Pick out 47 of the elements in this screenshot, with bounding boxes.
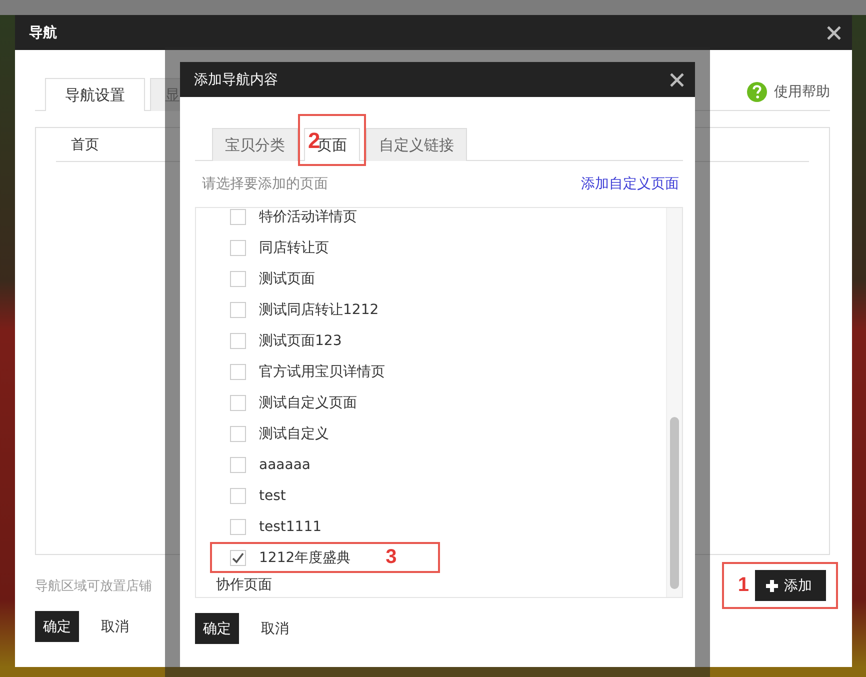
checkbox[interactable] — [230, 332, 246, 348]
page-label: 特价活动详情页 — [259, 208, 357, 226]
page-label: 测试同店转让1212 — [259, 300, 379, 318]
hint-text: 导航区域可放置店铺 — [35, 578, 152, 594]
confirm-button[interactable]: 确定 — [195, 613, 239, 644]
checkbox[interactable] — [230, 518, 246, 534]
confirm-button[interactable]: 确定 — [35, 611, 79, 642]
plus-icon — [765, 578, 779, 592]
checkbox[interactable] — [230, 364, 246, 380]
add-button[interactable]: 添加 — [755, 570, 826, 601]
cancel-button[interactable]: 取消 — [253, 613, 297, 644]
page-label: test1111 — [259, 518, 322, 534]
page-label: 1212年度盛典 — [259, 548, 351, 566]
annotation-number: 1 — [738, 574, 749, 597]
checkbox[interactable] — [230, 240, 246, 256]
tab[interactable]: 宝贝分类 — [212, 128, 298, 161]
page-label: test — [259, 488, 286, 504]
checkbox[interactable] — [230, 550, 246, 566]
checkbox[interactable] — [230, 394, 246, 410]
cancel-button[interactable]: 取消 — [93, 611, 137, 642]
close-icon[interactable] — [826, 24, 842, 40]
page-label: aaaaaa — [259, 456, 310, 472]
page-label: 官方试用宝贝详情页 — [259, 362, 385, 380]
checkbox[interactable] — [230, 302, 246, 318]
checkbox[interactable] — [230, 488, 246, 504]
group-heading: 协作页面 — [215, 576, 273, 595]
checkbox[interactable] — [230, 270, 246, 286]
window-title: 导航 — [29, 24, 57, 42]
page-label: 同店转让页 — [259, 238, 329, 256]
nav-item[interactable]: 首页 — [71, 136, 99, 154]
help-link[interactable]: 使用帮助 — [746, 81, 830, 103]
checkbox[interactable] — [230, 426, 246, 442]
page-label: 测试自定义 — [259, 424, 329, 442]
tab[interactable]: 自定义链接 — [366, 128, 467, 161]
add-custom-page-link[interactable]: 添加自定义页面 — [581, 175, 679, 193]
page-label: 测试页面123 — [259, 332, 342, 350]
window-title: 添加导航内容 — [194, 70, 278, 88]
page-label: 测试自定义页面 — [259, 394, 357, 412]
annotation-number: 3 — [386, 546, 397, 569]
hint-text: 请选择要添加的页面 — [202, 175, 328, 193]
page-label: 测试页面 — [259, 270, 315, 288]
help-icon — [746, 81, 768, 103]
scrollbar-thumb[interactable] — [670, 417, 679, 589]
checkbox[interactable] — [230, 456, 246, 472]
tab[interactable]: 导航设置 — [45, 78, 145, 111]
close-icon[interactable] — [669, 72, 685, 88]
checkbox[interactable] — [230, 208, 246, 224]
